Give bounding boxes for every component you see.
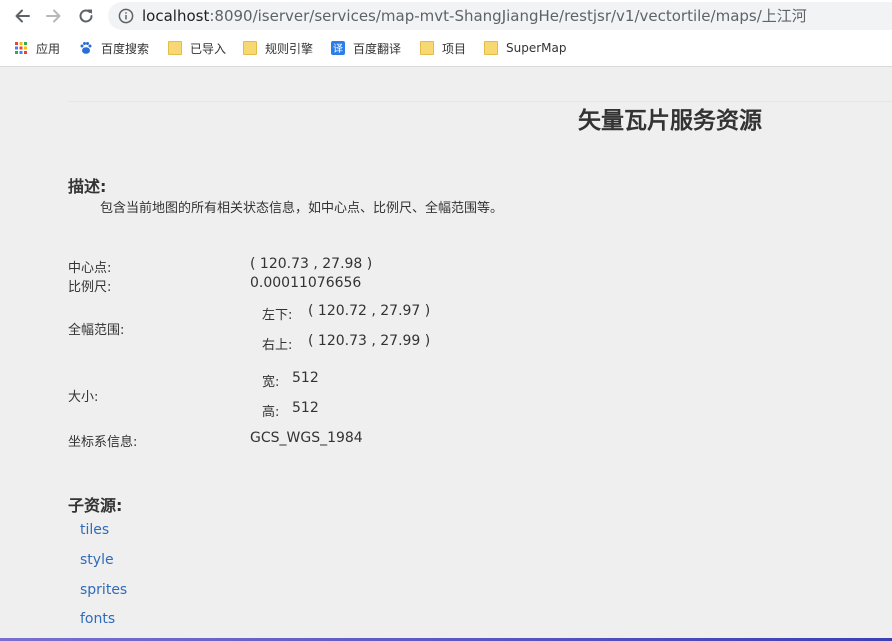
crs-label: 坐标系信息: bbox=[68, 435, 138, 450]
bookmark-project[interactable]: 项目 bbox=[420, 38, 466, 58]
bounds-label: 全幅范围: bbox=[68, 323, 125, 338]
child-resources-heading: 子资源: bbox=[68, 496, 123, 515]
browser-chrome: localhost:8090/iserver/services/map-mvt-… bbox=[0, 0, 892, 67]
apps-grid-icon bbox=[15, 42, 27, 54]
bounds-lower-left-value: ( 120.72 , 27.97 ) bbox=[308, 303, 431, 319]
folder-icon bbox=[168, 41, 182, 55]
bookmark-label: SuperMap bbox=[506, 41, 567, 55]
description-heading: 描述: bbox=[68, 177, 107, 196]
fonts-link[interactable]: fonts bbox=[80, 611, 115, 627]
url-host: localhost bbox=[142, 7, 210, 25]
back-button[interactable] bbox=[10, 4, 34, 28]
bookmark-rule-engine[interactable]: 规则引擎 bbox=[243, 38, 313, 58]
bookmark-label: 应用 bbox=[36, 41, 61, 56]
bounds-lower-left-label: 左下: bbox=[262, 308, 293, 323]
bounds-upper-right-value: ( 120.73 , 27.99 ) bbox=[308, 333, 431, 349]
address-bar[interactable]: localhost:8090/iserver/services/map-mvt-… bbox=[108, 2, 892, 30]
reload-icon bbox=[79, 9, 93, 23]
size-width-value: 512 bbox=[292, 370, 319, 386]
size-height-value: 512 bbox=[292, 400, 319, 416]
bookmark-baidu-translate[interactable]: 译 百度翻译 bbox=[331, 38, 401, 58]
folder-icon bbox=[420, 41, 434, 55]
bookmark-label: 已导入 bbox=[190, 41, 227, 56]
page-content: 矢量瓦片服务资源 描述: 包含当前地图的所有相关状态信息，如中心点、比例尺、全幅… bbox=[0, 67, 892, 641]
bookmarks-bar: 应用 百度搜索 已导入 规则引擎 译 百度翻译 项目 SuperMap bbox=[0, 34, 892, 62]
bookmark-apps[interactable]: 应用 bbox=[14, 38, 60, 58]
style-link[interactable]: style bbox=[80, 552, 114, 568]
folder-icon bbox=[243, 41, 257, 55]
center-value: ( 120.73 , 27.98 ) bbox=[250, 256, 373, 272]
page-title: 矢量瓦片服务资源 bbox=[578, 108, 762, 134]
site-info-icon[interactable] bbox=[118, 8, 134, 24]
bookmark-label: 百度搜索 bbox=[101, 41, 150, 56]
header-divider bbox=[68, 101, 892, 102]
description-text: 包含当前地图的所有相关状态信息，如中心点、比例尺、全幅范围等。 bbox=[100, 201, 504, 216]
bookmark-supermap[interactable]: SuperMap bbox=[484, 38, 566, 58]
size-width-label: 宽: bbox=[262, 375, 280, 390]
folder-icon bbox=[484, 41, 498, 55]
tiles-link[interactable]: tiles bbox=[80, 522, 109, 538]
bounds-upper-right-label: 右上: bbox=[262, 338, 293, 353]
forward-arrow-icon bbox=[46, 9, 61, 23]
bookmark-baidu-search[interactable]: 百度搜索 bbox=[79, 38, 149, 58]
bookmark-label: 百度翻译 bbox=[353, 41, 402, 56]
sprites-link[interactable]: sprites bbox=[80, 582, 127, 598]
url-text[interactable]: localhost:8090/iserver/services/map-mvt-… bbox=[142, 6, 807, 26]
reload-button[interactable] bbox=[74, 4, 98, 28]
size-height-label: 高: bbox=[262, 405, 280, 420]
svg-text:译: 译 bbox=[333, 43, 343, 55]
bookmark-label: 规则引擎 bbox=[265, 41, 314, 56]
crs-value: GCS_WGS_1984 bbox=[250, 430, 363, 446]
translate-icon: 译 bbox=[331, 41, 345, 55]
size-label: 大小: bbox=[68, 390, 99, 405]
bookmark-label: 项目 bbox=[442, 41, 467, 56]
baidu-paw-icon bbox=[80, 42, 92, 54]
scale-label: 比例尺: bbox=[68, 280, 112, 295]
forward-button[interactable] bbox=[42, 4, 66, 28]
navigation-bar: localhost:8090/iserver/services/map-mvt-… bbox=[0, 0, 892, 32]
bookmark-imported[interactable]: 已导入 bbox=[168, 38, 226, 58]
scale-value: 0.00011076656 bbox=[250, 275, 362, 291]
back-arrow-icon bbox=[15, 9, 30, 23]
center-label: 中心点: bbox=[68, 261, 112, 276]
url-path: :8090/iserver/services/map-mvt-ShangJian… bbox=[209, 7, 807, 25]
